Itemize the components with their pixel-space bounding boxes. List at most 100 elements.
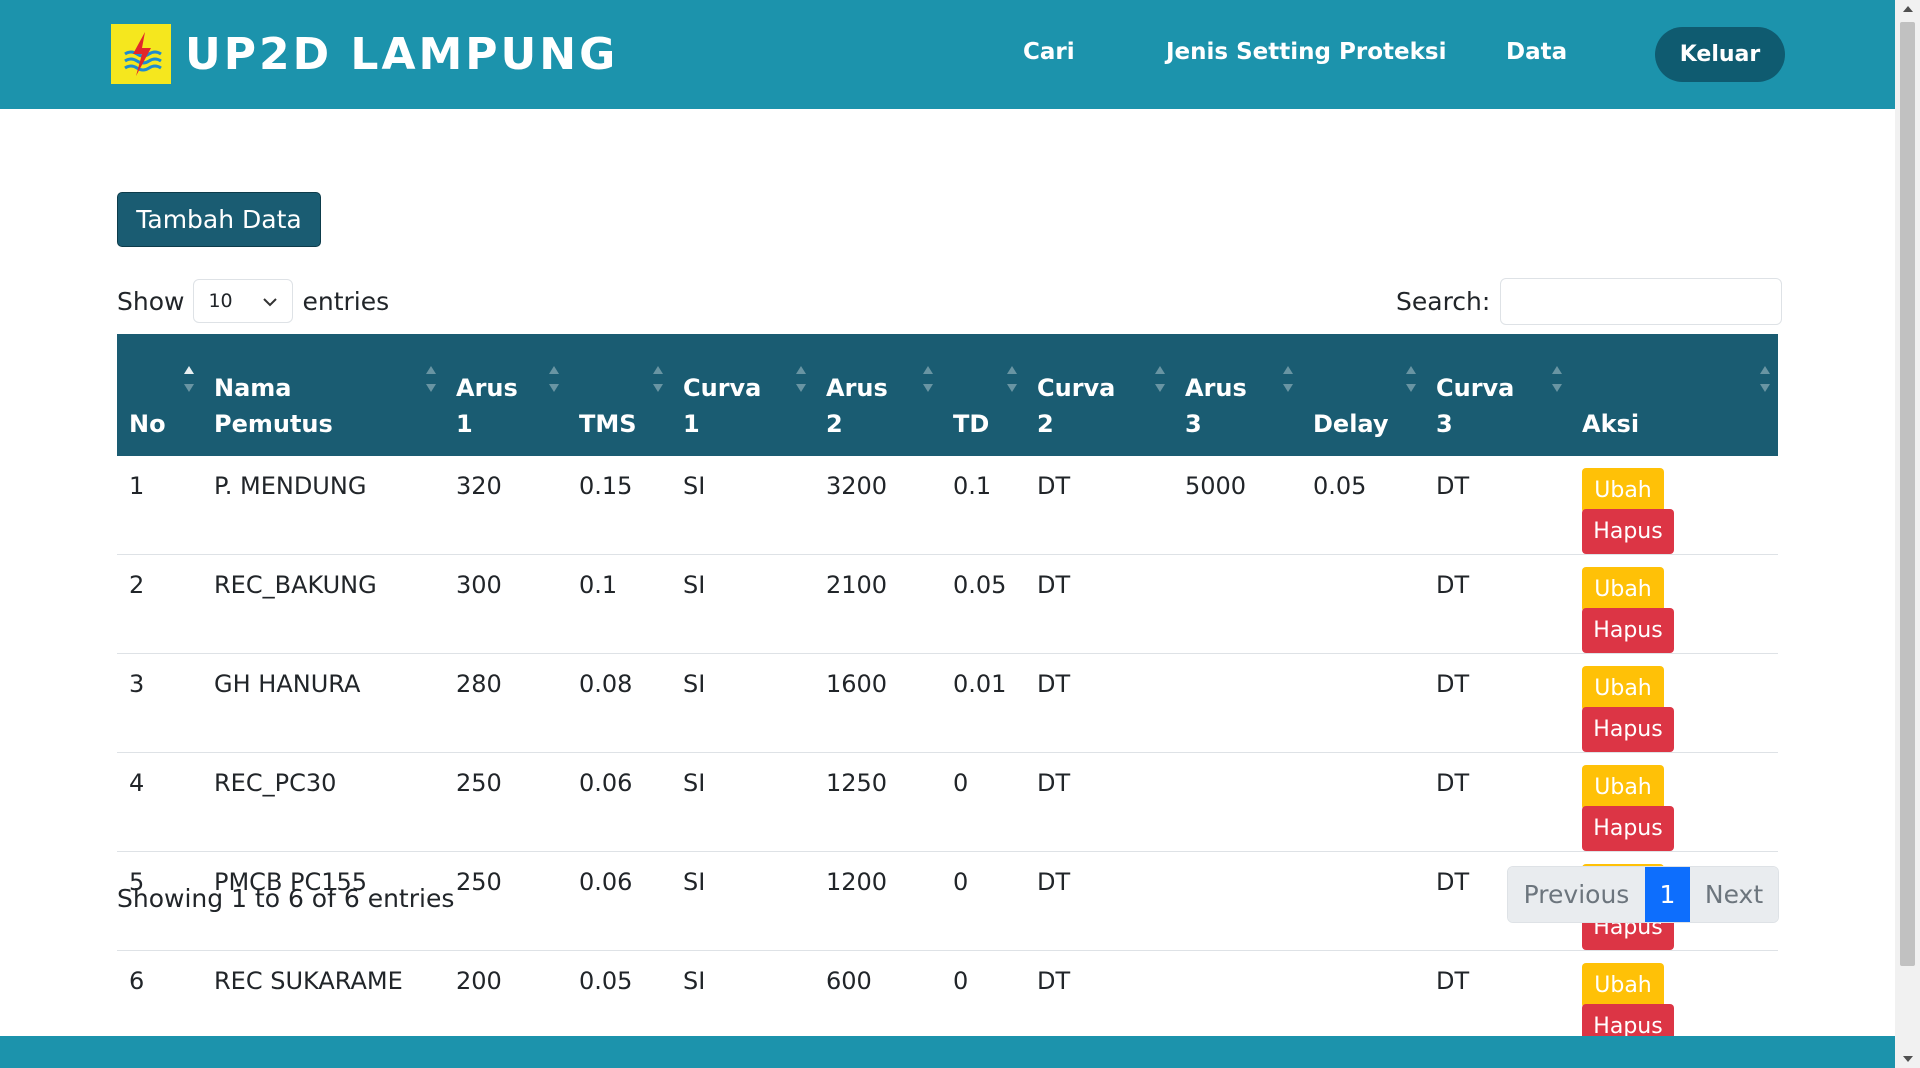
cell-no: 6 <box>129 967 145 995</box>
scroll-up-icon[interactable] <box>1903 6 1913 12</box>
table-header-row: No Nama Pemutus Arus 1 TMS Curva 1 Arus 2 T… <box>117 334 1778 456</box>
cell-curva-3: DT <box>1436 670 1470 698</box>
edit-button[interactable]: Ubah <box>1582 963 1664 1008</box>
edit-button[interactable]: Ubah <box>1582 666 1664 711</box>
col-nama-pemutus[interactable]: Nama Pemutus <box>202 334 444 456</box>
logout-button[interactable]: Keluar <box>1655 27 1785 82</box>
pagination: Previous 1 Next <box>1507 866 1779 923</box>
cell-arus-1: 320 <box>456 472 502 500</box>
cell-nama-pemutus: REC_PC30 <box>214 769 337 797</box>
cell-nama-pemutus: REC SUKARAME <box>214 967 403 995</box>
cell-arus-1: 250 <box>456 769 502 797</box>
length-control: Show 10 entries <box>117 278 389 324</box>
edit-button[interactable]: Ubah <box>1582 468 1664 513</box>
cell-arus-2: 600 <box>826 967 872 995</box>
search-input[interactable] <box>1500 278 1783 325</box>
cell-curva-3: DT <box>1436 769 1470 797</box>
col-aksi[interactable]: Aksi <box>1570 334 1778 456</box>
cell-tms: 0.1 <box>579 571 618 599</box>
cell-arus-3 <box>1173 951 1301 1050</box>
cell-tms: 0.05 <box>579 967 633 995</box>
col-td[interactable]: TD <box>941 334 1025 456</box>
table-row: 4 REC_PC30 250 0.06 SI 1250 0 DT DT Ubah… <box>117 753 1778 852</box>
sort-icon <box>426 366 436 392</box>
chevron-down-icon <box>262 290 278 312</box>
scroll-thumb[interactable] <box>1900 22 1915 966</box>
delete-button[interactable]: Hapus <box>1582 806 1674 851</box>
brand[interactable]: UP2D LAMPUNG <box>111 24 618 84</box>
delete-button[interactable]: Hapus <box>1582 608 1674 653</box>
cell-curva-2: DT <box>1037 769 1071 797</box>
cell-curva-2: DT <box>1037 967 1071 995</box>
nav-cari[interactable]: Cari <box>1023 39 1075 65</box>
scroll-down-icon[interactable] <box>1903 1056 1913 1062</box>
col-curva-1[interactable]: Curva 1 <box>671 334 814 456</box>
cell-arus-1: 280 <box>456 670 502 698</box>
sort-icon <box>1007 366 1017 392</box>
col-arus-1[interactable]: Arus 1 <box>444 334 567 456</box>
col-arus-3[interactable]: Arus 3 <box>1173 334 1301 456</box>
sort-icon <box>923 366 933 392</box>
sort-asc-icon <box>184 366 194 392</box>
edit-button[interactable]: Ubah <box>1582 765 1664 810</box>
cell-nama-pemutus: GH HANURA <box>214 670 361 698</box>
cell-curva-3: DT <box>1436 967 1470 995</box>
cell-arus-2: 2100 <box>826 571 888 599</box>
col-tms[interactable]: TMS <box>567 334 671 456</box>
cell-delay: 0.05 <box>1313 472 1367 500</box>
cell-curva-3: DT <box>1436 472 1470 500</box>
previous-page-button[interactable]: Previous <box>1508 867 1645 922</box>
entries-select[interactable]: 10 <box>193 279 294 323</box>
cell-curva-3: DT <box>1436 571 1470 599</box>
col-curva-3[interactable]: Curva 3 <box>1424 334 1570 456</box>
cell-no: 3 <box>129 670 145 698</box>
sort-icon <box>796 366 806 392</box>
cell-td: 0.1 <box>953 472 992 500</box>
cell-no: 1 <box>129 472 145 500</box>
cell-curva-1: SI <box>683 967 706 995</box>
delete-button[interactable]: Hapus <box>1582 707 1674 752</box>
nav-data[interactable]: Data <box>1506 39 1567 65</box>
add-data-button[interactable]: Tambah Data <box>117 192 321 247</box>
cell-curva-1: SI <box>683 868 706 896</box>
next-page-button[interactable]: Next <box>1690 867 1778 922</box>
cell-tms: 0.06 <box>579 769 633 797</box>
cell-no: 4 <box>129 769 145 797</box>
cell-tms: 0.06 <box>579 868 633 896</box>
cell-curva-1: SI <box>683 571 706 599</box>
cell-curva-2: DT <box>1037 670 1071 698</box>
table-row: 3 GH HANURA 280 0.08 SI 1600 0.01 DT DT … <box>117 654 1778 753</box>
show-label: Show <box>117 286 185 316</box>
table-row: 6 REC SUKARAME 200 0.05 SI 600 0 DT DT U… <box>117 951 1778 1050</box>
cell-aksi: UbahHapus <box>1570 555 1778 654</box>
cell-aksi: UbahHapus <box>1570 456 1778 555</box>
cell-nama-pemutus: REC_BAKUNG <box>214 571 377 599</box>
col-curva-2[interactable]: Curva 2 <box>1025 334 1173 456</box>
nav-jenis-setting-proteksi[interactable]: Jenis Setting Proteksi <box>1166 39 1446 65</box>
cell-arus-3: 5000 <box>1185 472 1247 500</box>
cell-td: 0 <box>953 769 969 797</box>
cell-aksi: UbahHapus <box>1570 654 1778 753</box>
cell-tms: 0.08 <box>579 670 633 698</box>
entries-select-value: 10 <box>208 290 233 312</box>
cell-arus-2: 1200 <box>826 868 888 896</box>
footer <box>0 1036 1895 1068</box>
brand-name: UP2D LAMPUNG <box>185 28 619 80</box>
search-control: Search: <box>1396 278 1783 325</box>
cell-tms: 0.15 <box>579 472 633 500</box>
cell-curva-2: DT <box>1037 868 1071 896</box>
page-1-button[interactable]: 1 <box>1645 867 1690 922</box>
entries-label: entries <box>302 286 390 316</box>
col-no[interactable]: No <box>117 334 202 456</box>
col-delay[interactable]: Delay <box>1301 334 1424 456</box>
cell-nama-pemutus: P. MENDUNG <box>214 472 367 500</box>
cell-delay <box>1301 951 1424 1050</box>
cell-td: 0.01 <box>953 670 1007 698</box>
delete-button[interactable]: Hapus <box>1582 509 1674 554</box>
cell-delay <box>1301 654 1424 753</box>
col-arus-2[interactable]: Arus 2 <box>814 334 941 456</box>
vertical-scrollbar[interactable] <box>1895 0 1920 1068</box>
sort-icon <box>1283 366 1293 392</box>
edit-button[interactable]: Ubah <box>1582 567 1664 612</box>
table-info: Showing 1 to 6 of 6 entries <box>117 884 455 913</box>
